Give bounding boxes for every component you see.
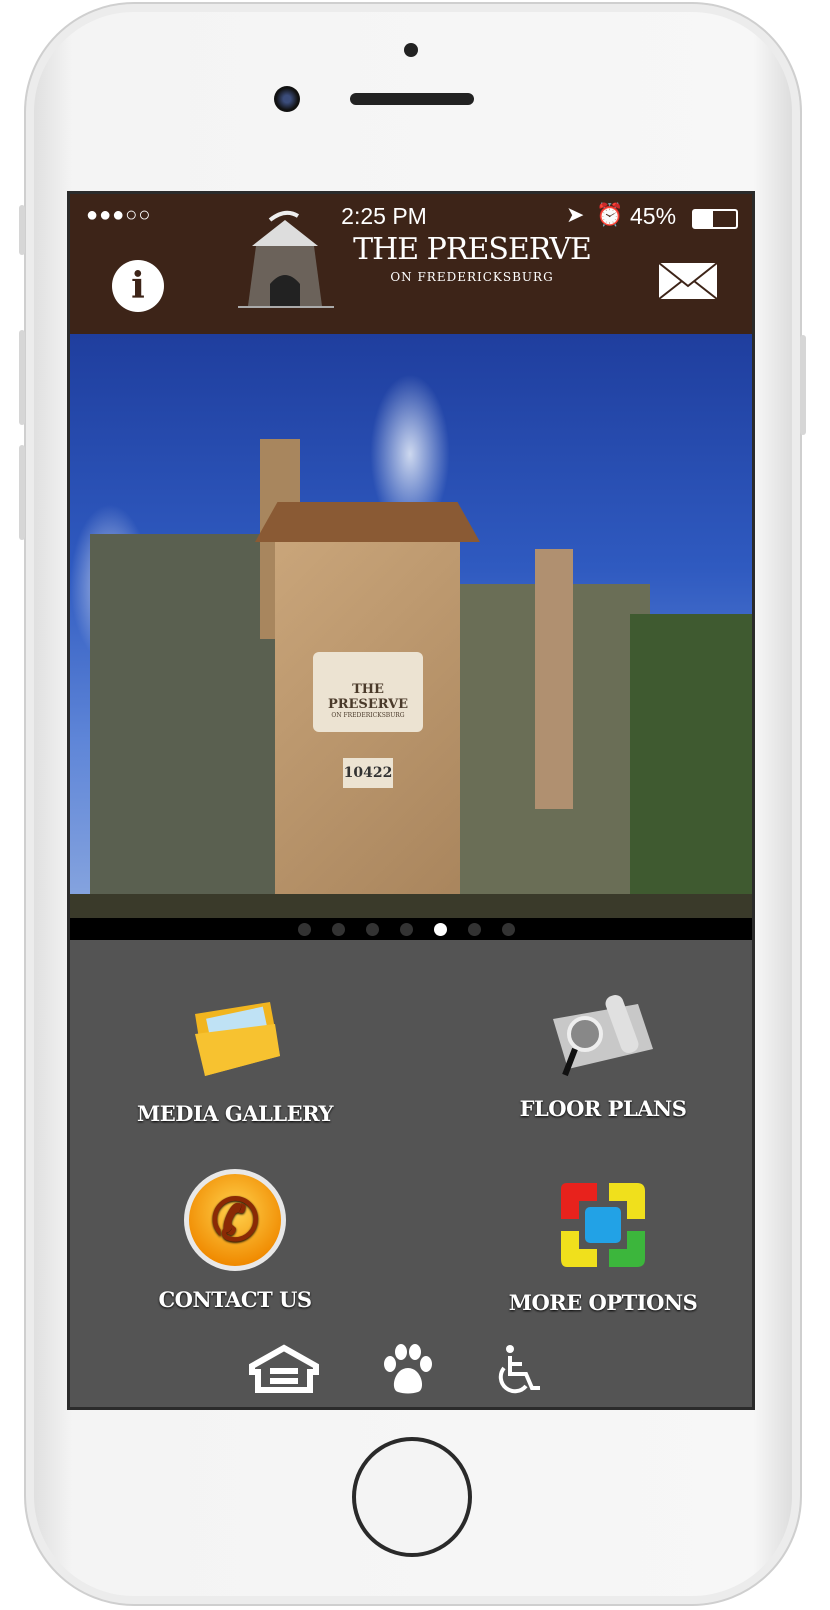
sign-title: THE PRESERVE <box>327 682 409 712</box>
mail-icon[interactable] <box>658 262 718 300</box>
location-icon: ➤ <box>566 202 585 227</box>
earpiece-speaker <box>350 93 474 105</box>
entrance-sign: THE PRESERVE ON FREDERICKSBURG <box>313 652 423 732</box>
floor-plans-label: FLOOR PLANS <box>519 1096 687 1121</box>
media-gallery-label: MEDIA GALLERY <box>137 1101 333 1126</box>
app-header: ●●●○○ 2:25 PM ➤ ⏰ 45% i THE PRESERVE ON … <box>70 194 752 334</box>
tree <box>630 614 752 914</box>
equal-housing-icon <box>249 1344 319 1393</box>
paw-icon <box>384 1344 432 1394</box>
volume-down-button <box>19 445 25 540</box>
page-dot[interactable] <box>400 923 413 936</box>
logo-tower-icon <box>238 210 334 308</box>
blueprint-magnifier-icon <box>553 994 653 1077</box>
home-button[interactable] <box>352 1437 472 1557</box>
app-subtitle: ON FREDERICKSBURG <box>390 270 554 284</box>
info-icon[interactable]: i <box>112 260 164 312</box>
battery-percent: 45% <box>630 203 677 229</box>
sign-subtitle: ON FREDERICKSBURG <box>331 712 405 719</box>
media-gallery-button[interactable]: MEDIA GALLERY <box>120 994 350 1126</box>
proximity-sensor <box>404 43 418 57</box>
mute-switch <box>19 205 25 255</box>
power-button <box>800 335 806 435</box>
address-number: 10422 <box>343 758 393 788</box>
page-dot[interactable] <box>332 923 345 936</box>
page-dot[interactable] <box>366 923 379 936</box>
alarm-icon: ⏰ <box>596 202 624 227</box>
app-title: THE PRESERVE <box>353 232 592 267</box>
battery-icon <box>692 209 738 229</box>
page-dot[interactable] <box>298 923 311 936</box>
chimney <box>535 549 573 809</box>
floor-plans-button[interactable]: FLOOR PLANS <box>488 989 718 1121</box>
carousel-pagination <box>70 918 752 940</box>
pillar-roof <box>255 502 480 542</box>
phone-icon: ✆ <box>184 1169 286 1271</box>
wheelchair-icon <box>498 1345 540 1394</box>
page-dot-active[interactable] <box>434 923 447 936</box>
hero-image-carousel[interactable]: THE PRESERVE ON FREDERICKSBURG 10422 <box>70 334 752 918</box>
page-dot[interactable] <box>468 923 481 936</box>
more-options-label: MORE OPTIONS <box>508 1290 698 1315</box>
front-camera <box>274 86 300 112</box>
volume-up-button <box>19 330 25 425</box>
contact-us-label: CONTACT US <box>158 1287 312 1312</box>
page-dot[interactable] <box>502 923 515 936</box>
colored-squares-icon <box>561 1183 645 1267</box>
folder-photos-icon <box>195 1002 280 1076</box>
status-time: 2:25 PM <box>341 203 427 229</box>
app-screen: ●●●○○ 2:25 PM ➤ ⏰ 45% i THE PRESERVE ON … <box>67 191 755 1410</box>
more-options-button[interactable]: MORE OPTIONS <box>488 1179 718 1315</box>
stone-pillar: THE PRESERVE ON FREDERICKSBURG 10422 <box>275 542 460 918</box>
ground <box>70 894 752 918</box>
contact-us-button[interactable]: ✆ CONTACT US <box>120 1169 350 1312</box>
